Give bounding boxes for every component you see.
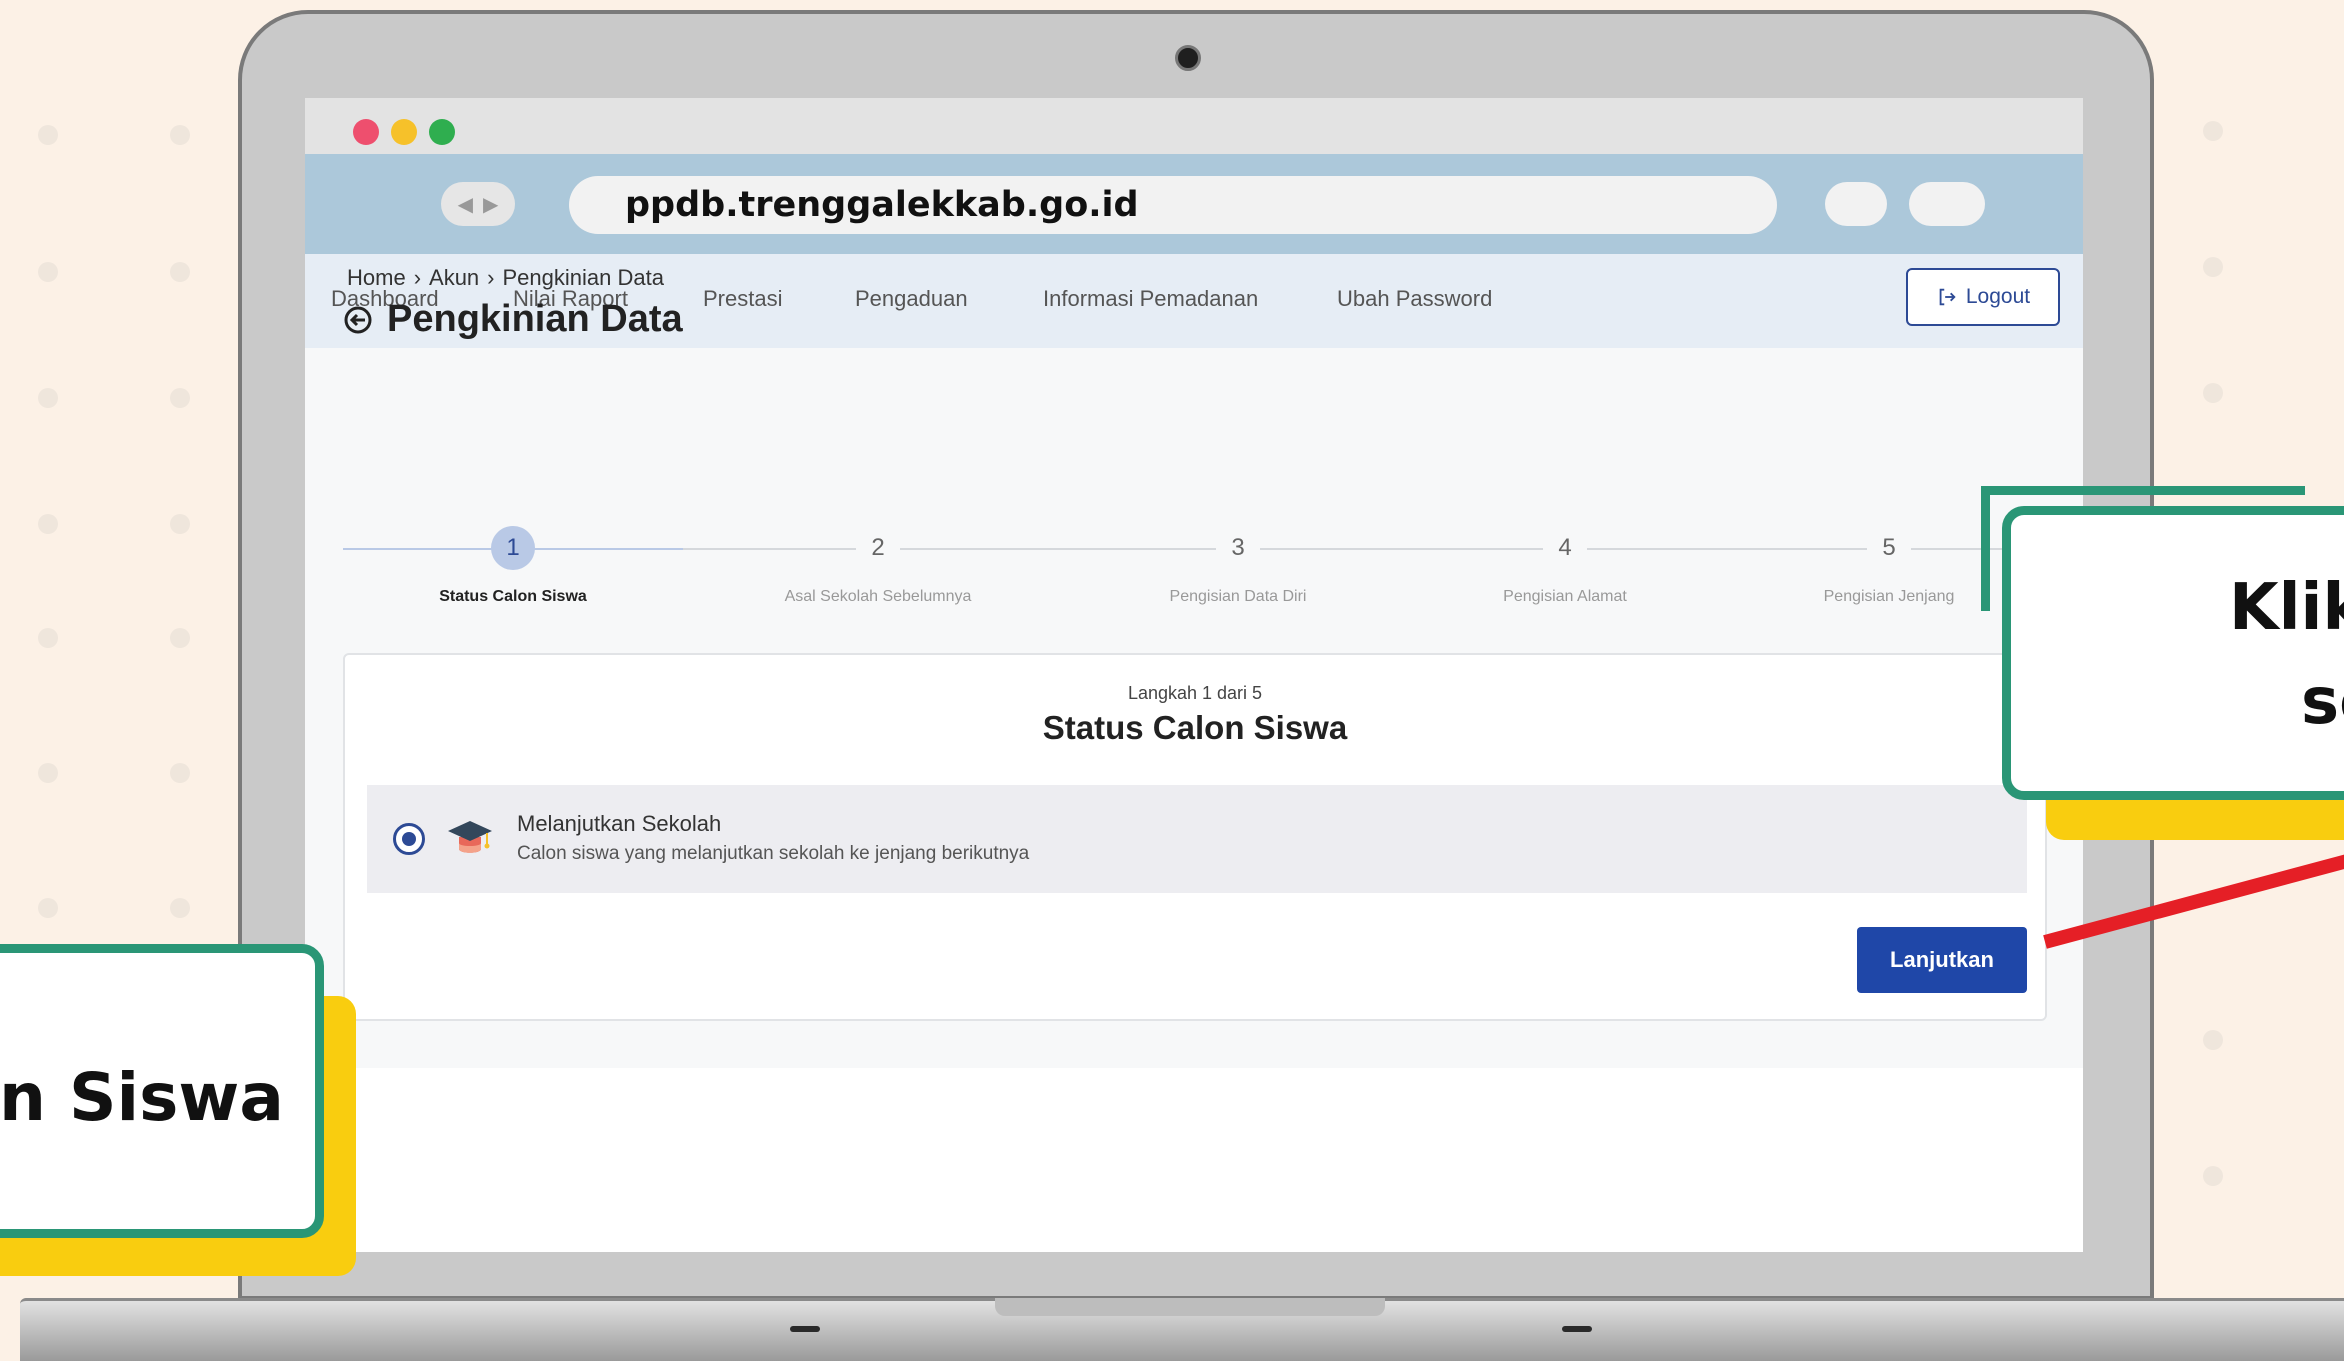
callout-right: Klik se <box>2002 506 2344 800</box>
progress-stepper: 1 Status Calon Siswa 2 Asal Sekolah Sebe… <box>343 526 2083 608</box>
graduation-cap-icon <box>448 821 492 853</box>
logout-label: Logout <box>1965 285 2031 308</box>
step-2-label: Asal Sekolah Sebelumnya <box>784 588 972 605</box>
step-5-label: Pengisian Jenjang <box>1823 588 1955 605</box>
forward-arrow-icon[interactable]: ▶ <box>483 192 498 217</box>
step-3-number: 3 <box>1216 528 1260 568</box>
nav-item-prestasi[interactable]: Prestasi <box>703 286 782 312</box>
browser-titlebar <box>305 98 2083 154</box>
option-description: Calon siswa yang melanjutkan sekolah ke … <box>517 843 1030 864</box>
laptop-notch <box>995 1298 1385 1316</box>
option-melanjutkan-sekolah[interactable]: Melanjutkan Sekolah Calon siswa yang mel… <box>367 785 2027 893</box>
callout-right-line2: se <box>2301 665 2344 739</box>
minimize-window-dot[interactable] <box>391 119 417 145</box>
chevron-right-icon: › <box>413 265 422 290</box>
browser-toolbar-button-1[interactable] <box>1825 182 1887 226</box>
step-1-number: 1 <box>491 526 535 570</box>
callout-accent-line <box>1985 486 2305 495</box>
back-forward-buttons[interactable]: ◀ ▶ <box>441 182 515 226</box>
breadcrumb: Home › Akun › Pengkinian Data <box>343 265 668 291</box>
step-1-label: Status Calon Siswa <box>439 588 587 605</box>
step-5-number: 5 <box>1867 528 1911 568</box>
callout-accent-line-vertical <box>1981 486 1990 611</box>
logout-button[interactable]: Logout <box>1906 268 2060 326</box>
step-2-number: 2 <box>856 528 900 568</box>
option-radio[interactable] <box>393 823 425 855</box>
browser-window: ◀ ▶ ppdb.trenggalekkab.go.id Dashboard N… <box>305 98 2083 1252</box>
close-window-dot[interactable] <box>353 119 379 145</box>
nav-item-ubah-password[interactable]: Ubah Password <box>1337 286 1492 312</box>
laptop-foot-right <box>1562 1326 1592 1332</box>
step-4-label: Pengisian Alamat <box>1503 588 1627 605</box>
logout-icon <box>1939 288 1956 306</box>
page-title: Pengkinian Data <box>387 298 683 340</box>
step-3-label: Pengisian Data Diri <box>1169 588 1307 605</box>
address-bar[interactable]: ppdb.trenggalekkab.go.id <box>569 176 1777 234</box>
breadcrumb-home[interactable]: Home <box>347 265 406 290</box>
browser-toolbar-button-2[interactable] <box>1909 182 1985 226</box>
page-header: Pengkinian Data <box>343 298 683 341</box>
card-title: Status Calon Siswa <box>1042 709 1348 746</box>
lanjutkan-button[interactable]: Lanjutkan <box>1857 927 2027 993</box>
chevron-right-icon: › <box>487 265 495 290</box>
back-arrow-icon[interactable]: ◀ <box>458 192 473 217</box>
option-title: Melanjutkan Sekolah <box>517 811 722 836</box>
callout-left-text: n Siswa <box>0 1059 284 1136</box>
step-4-number: 4 <box>1543 528 1587 568</box>
laptop-foot-left <box>790 1326 820 1332</box>
back-circle-arrow-icon[interactable] <box>343 305 373 335</box>
callout-right-line1: Klik <box>2229 571 2344 645</box>
breadcrumb-current: Pengkinian Data <box>502 265 664 290</box>
maximize-window-dot[interactable] <box>429 119 455 145</box>
card-step-indicator: Langkah 1 dari 5 <box>1127 683 1263 703</box>
browser-toolbar: ◀ ▶ ppdb.trenggalekkab.go.id <box>305 154 2083 254</box>
nav-item-pengaduan[interactable]: Pengaduan <box>855 286 968 312</box>
breadcrumb-akun[interactable]: Akun <box>429 265 479 290</box>
camera-icon <box>1175 45 1201 71</box>
nav-item-informasi-pemadanan[interactable]: Informasi Pemadanan <box>1043 286 1258 312</box>
callout-left: n Siswa <box>0 944 324 1238</box>
status-card: Langkah 1 dari 5 Status Calon Siswa Mela… <box>343 653 2047 1021</box>
